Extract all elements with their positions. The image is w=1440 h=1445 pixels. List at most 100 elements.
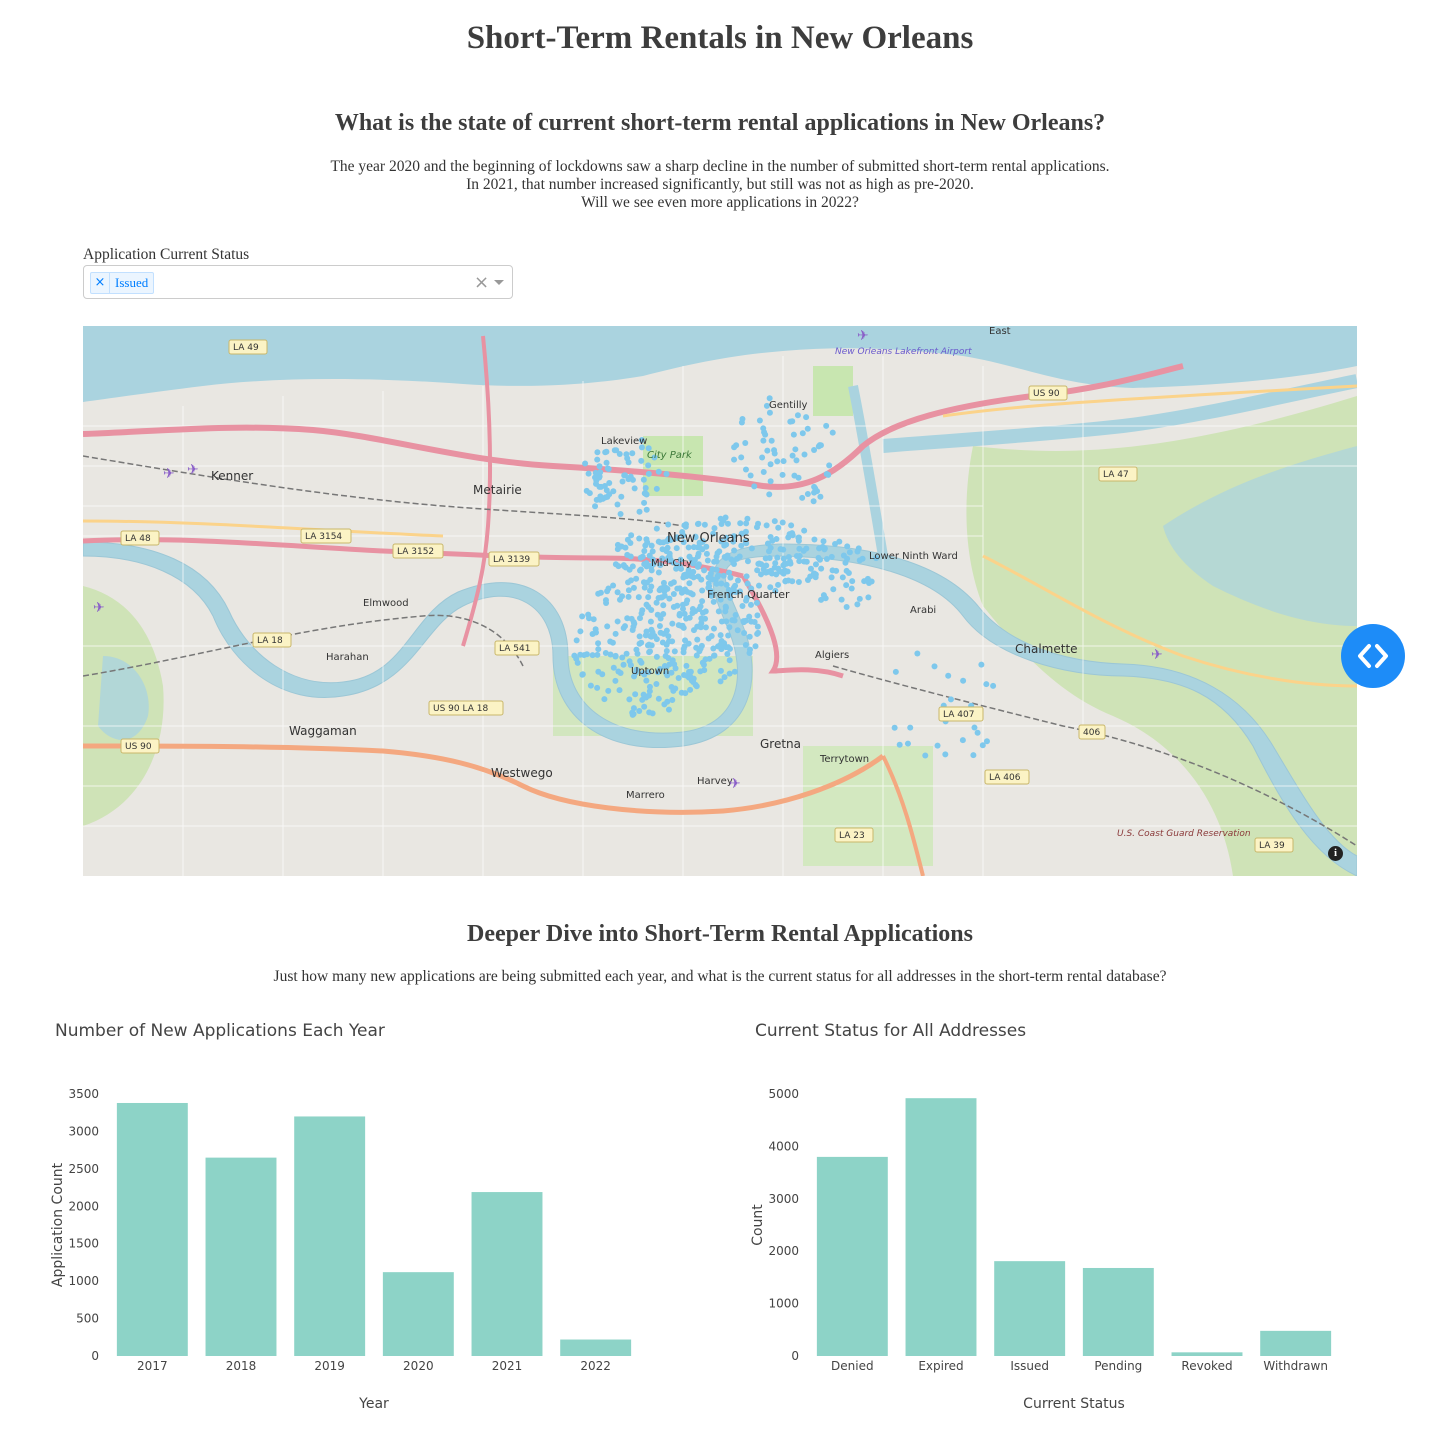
rental-point[interactable] bbox=[760, 468, 767, 475]
rental-point[interactable] bbox=[817, 493, 824, 500]
rental-point[interactable] bbox=[603, 487, 610, 494]
rental-point[interactable] bbox=[717, 632, 724, 639]
rental-point[interactable] bbox=[636, 567, 643, 574]
rental-point[interactable] bbox=[636, 707, 643, 714]
rental-point[interactable] bbox=[970, 752, 977, 759]
rental-point[interactable] bbox=[573, 637, 580, 644]
rental-point[interactable] bbox=[767, 544, 774, 551]
rental-point[interactable] bbox=[661, 592, 668, 599]
rental-point[interactable] bbox=[628, 577, 635, 584]
rental-point[interactable] bbox=[931, 663, 938, 670]
rental-point[interactable] bbox=[947, 696, 954, 703]
bar[interactable] bbox=[471, 1192, 543, 1356]
rental-point[interactable] bbox=[844, 555, 851, 562]
rental-point[interactable] bbox=[663, 627, 670, 634]
rental-point[interactable] bbox=[817, 442, 824, 449]
bar[interactable] bbox=[1171, 1352, 1243, 1356]
rental-point[interactable] bbox=[734, 627, 741, 634]
rental-point[interactable] bbox=[694, 520, 701, 527]
rental-point[interactable] bbox=[606, 479, 613, 486]
rental-point[interactable] bbox=[763, 522, 770, 529]
rental-point[interactable] bbox=[711, 652, 718, 659]
rental-point[interactable] bbox=[710, 625, 717, 632]
rental-point[interactable] bbox=[739, 603, 746, 610]
rental-point[interactable] bbox=[632, 691, 639, 698]
rental-point[interactable] bbox=[823, 555, 830, 562]
rental-point[interactable] bbox=[825, 471, 832, 478]
rental-point[interactable] bbox=[811, 447, 818, 454]
rental-point[interactable] bbox=[642, 485, 649, 492]
rental-point[interactable] bbox=[774, 458, 781, 465]
rental-point[interactable] bbox=[597, 469, 604, 476]
rental-point[interactable] bbox=[587, 682, 594, 689]
rental-point[interactable] bbox=[801, 558, 808, 565]
rental-point[interactable] bbox=[795, 579, 802, 586]
rental-point[interactable] bbox=[610, 488, 617, 495]
rental-point[interactable] bbox=[729, 617, 736, 624]
rental-point[interactable] bbox=[655, 695, 662, 702]
rental-point[interactable] bbox=[636, 508, 643, 515]
rental-point[interactable] bbox=[771, 447, 778, 454]
rental-point[interactable] bbox=[601, 696, 608, 703]
rental-point[interactable] bbox=[618, 493, 625, 500]
rental-point[interactable] bbox=[775, 524, 782, 531]
rental-point[interactable] bbox=[724, 552, 731, 559]
rental-point[interactable] bbox=[671, 661, 678, 668]
rental-point[interactable] bbox=[609, 639, 616, 646]
rental-point[interactable] bbox=[838, 596, 845, 603]
rental-point[interactable] bbox=[716, 548, 723, 555]
rental-point[interactable] bbox=[849, 578, 856, 585]
rental-point[interactable] bbox=[794, 412, 801, 419]
rental-point[interactable] bbox=[767, 461, 774, 468]
rental-point[interactable] bbox=[665, 638, 672, 645]
rental-point[interactable] bbox=[818, 565, 825, 572]
rental-point[interactable] bbox=[754, 623, 761, 630]
rental-point[interactable] bbox=[699, 546, 706, 553]
rental-point[interactable] bbox=[859, 555, 866, 562]
rental-point[interactable] bbox=[670, 590, 677, 597]
rental-point[interactable] bbox=[742, 439, 749, 446]
status-filter-dropdown[interactable]: × Issued × bbox=[83, 265, 513, 299]
rental-point[interactable] bbox=[579, 671, 586, 678]
rental-point[interactable] bbox=[907, 724, 914, 731]
rental-point[interactable] bbox=[823, 422, 830, 429]
rental-point[interactable] bbox=[945, 672, 952, 679]
rental-point[interactable] bbox=[641, 548, 648, 555]
bar[interactable] bbox=[1082, 1267, 1154, 1356]
rental-point[interactable] bbox=[624, 615, 631, 622]
rental-point[interactable] bbox=[626, 696, 633, 703]
rental-point[interactable] bbox=[602, 597, 609, 604]
rental-point[interactable] bbox=[864, 575, 871, 582]
rental-point[interactable] bbox=[638, 457, 645, 464]
rental-point[interactable] bbox=[738, 419, 745, 426]
rental-point[interactable] bbox=[610, 664, 617, 671]
rental-point[interactable] bbox=[592, 503, 599, 510]
rental-point[interactable] bbox=[646, 709, 653, 716]
bar[interactable] bbox=[116, 1102, 188, 1356]
rental-point[interactable] bbox=[667, 580, 674, 587]
rental-point[interactable] bbox=[623, 650, 630, 657]
rental-point[interactable] bbox=[613, 447, 620, 454]
rental-point[interactable] bbox=[642, 490, 649, 497]
rental-point[interactable] bbox=[686, 614, 693, 621]
rental-point[interactable] bbox=[671, 648, 678, 655]
rental-point[interactable] bbox=[725, 632, 732, 639]
rental-point[interactable] bbox=[942, 751, 949, 758]
rental-point[interactable] bbox=[619, 478, 626, 485]
rental-point[interactable] bbox=[583, 651, 590, 658]
rental-point[interactable] bbox=[777, 546, 784, 553]
rental-point[interactable] bbox=[596, 474, 603, 481]
rental-point[interactable] bbox=[697, 668, 704, 675]
rental-point[interactable] bbox=[747, 601, 754, 608]
rental-point[interactable] bbox=[605, 466, 612, 473]
bar[interactable] bbox=[1260, 1330, 1332, 1356]
rental-point[interactable] bbox=[639, 553, 646, 560]
rental-point[interactable] bbox=[934, 742, 941, 749]
chevron-down-icon[interactable] bbox=[494, 280, 504, 285]
rental-point[interactable] bbox=[625, 587, 632, 594]
rental-map[interactable]: Kenner Metairie New Orleans Mid-City Fre… bbox=[83, 326, 1357, 876]
rental-point[interactable] bbox=[631, 620, 638, 627]
rental-point[interactable] bbox=[596, 463, 603, 470]
rental-point[interactable] bbox=[675, 674, 682, 681]
rental-point[interactable] bbox=[690, 675, 697, 682]
